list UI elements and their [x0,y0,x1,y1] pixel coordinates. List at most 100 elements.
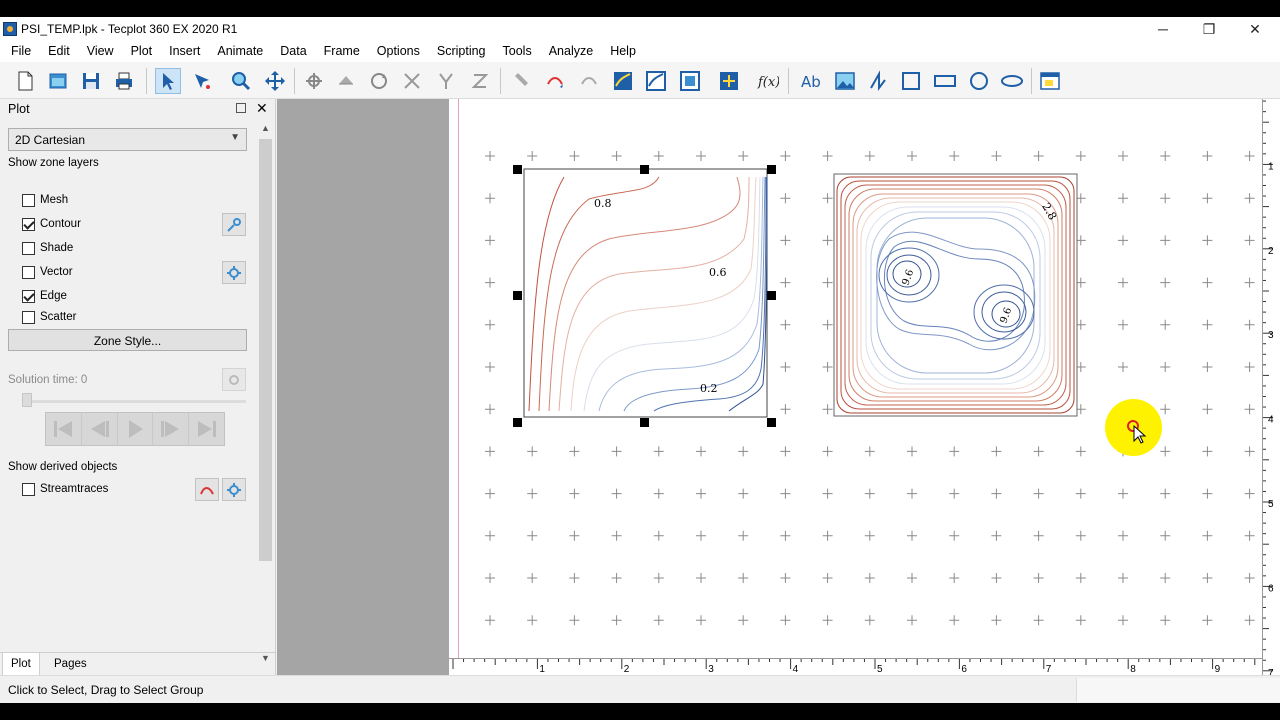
prev-frame-button[interactable] [82,413,118,445]
rectangle-icon[interactable] [932,68,958,94]
selection-handle[interactable] [640,165,649,174]
scatter-checkbox[interactable] [22,310,35,324]
plot-canvas[interactable]: 0.8 0.6 0.2 2.8 9.6 9.6 [449,99,1262,661]
rotate-x-icon[interactable] [399,68,425,94]
iso-label-icon[interactable] [677,68,703,94]
selection-handle[interactable] [513,165,522,174]
select-icon[interactable] [155,68,181,94]
menu-edit[interactable]: Edit [41,41,77,62]
rotate-spherical-icon[interactable] [301,68,327,94]
square-icon[interactable] [898,68,924,94]
minimize-button[interactable]: ─ [1140,17,1186,41]
time-slider-thumb[interactable] [22,393,32,407]
first-frame-button[interactable] [46,413,82,445]
contour-level-icon[interactable] [610,68,636,94]
selection-handle[interactable] [767,291,776,300]
menu-options[interactable]: Options [370,41,427,62]
layer-mesh[interactable]: Mesh [22,191,68,209]
print-icon[interactable] [111,68,137,94]
streamtrace-icon[interactable] [543,68,569,94]
selection-handle[interactable] [767,165,776,174]
selection-handle[interactable] [513,291,522,300]
slice-icon[interactable] [716,68,742,94]
new-layout-icon[interactable] [12,68,38,94]
contour-checkbox[interactable] [22,217,35,231]
contour-details-button[interactable] [222,213,246,236]
tab-pages[interactable]: Pages [46,653,95,676]
streamtrace-add-button[interactable] [195,478,219,501]
circle-icon[interactable] [966,68,992,94]
zoom-icon[interactable] [228,68,254,94]
image-icon[interactable] [832,68,858,94]
animation-controls [45,412,225,446]
solution-time-button[interactable] [222,368,246,391]
layer-shade[interactable]: Shade [22,239,73,257]
zone-style-button[interactable]: Zone Style... [8,329,247,351]
play-button[interactable] [118,413,154,445]
edge-checkbox[interactable] [22,289,35,303]
sidebar-scroll-thumb[interactable] [259,139,272,561]
menu-file[interactable]: File [4,41,38,62]
contour-label-1: 0.6 [709,266,727,279]
menu-insert[interactable]: Insert [162,41,207,62]
layer-vector[interactable]: Vector [22,263,73,281]
next-frame-button[interactable] [153,413,190,445]
layer-contour[interactable]: Contour [22,215,81,233]
undock-icon[interactable] [236,103,246,113]
menu-view[interactable]: View [80,41,121,62]
gear-icon [229,374,239,385]
text-icon[interactable]: Ab [798,68,824,94]
streamtrace-details-button[interactable] [222,478,246,501]
derived-streamtraces[interactable]: Streamtraces [22,480,108,498]
menu-analyze[interactable]: Analyze [542,41,600,62]
contour-label-0: 0.8 [594,197,612,210]
restore-button[interactable]: ❐ [1186,17,1232,41]
menu-help[interactable]: Help [603,41,643,62]
menu-frame[interactable]: Frame [317,41,367,62]
close-icon[interactable]: ✕ [256,100,268,117]
menu-tools[interactable]: Tools [496,41,539,62]
right-plot-frame[interactable]: 2.8 9.6 9.6 [833,173,1078,417]
menu-plot[interactable]: Plot [124,41,160,62]
rotate-z-icon[interactable] [467,68,493,94]
rotate-twist-icon[interactable] [366,68,392,94]
ruler-label: 3 [1268,330,1274,341]
contour-label-2: 0.2 [700,382,718,395]
layer-scatter[interactable]: Scatter [22,308,76,326]
contour-add-icon[interactable] [643,68,669,94]
status-text: Click to Select, Drag to Select Group [8,683,204,697]
translate-icon[interactable] [262,68,288,94]
open-layout-icon[interactable] [45,68,71,94]
streamtraces-checkbox[interactable] [22,482,35,496]
frame-icon[interactable] [1037,68,1063,94]
equation-icon[interactable]: f(x) [755,68,781,94]
scroll-up-icon[interactable]: ▲ [258,123,273,133]
rotate-rollerball-icon[interactable] [333,68,359,94]
paper[interactable]: 0.8 0.6 0.2 2.8 9.6 9.6 [449,99,1262,661]
adjust-icon[interactable] [189,68,215,94]
menu-data[interactable]: Data [273,41,313,62]
mesh-checkbox[interactable] [22,193,35,207]
last-frame-button[interactable] [189,413,224,445]
ellipse-icon[interactable] [999,68,1025,94]
menu-scripting[interactable]: Scripting [430,41,493,62]
layer-edge[interactable]: Edge [22,287,67,305]
window-title: PSI_TEMP.lpk - Tecplot 360 EX 2020 R1 [21,22,238,36]
selection-handle[interactable] [767,418,776,427]
polyline-icon[interactable] [865,68,891,94]
rotate-y-icon[interactable] [433,68,459,94]
shade-checkbox[interactable] [22,241,35,255]
left-plot-frame[interactable]: 0.8 0.6 0.2 [513,165,776,427]
plot-type-select[interactable]: 2D Cartesian ▼ [8,128,247,151]
extract-curve-icon[interactable] [577,68,603,94]
time-slider-track[interactable] [24,400,246,403]
tab-plot[interactable]: Plot [2,653,40,676]
vector-checkbox[interactable] [22,265,35,279]
close-window-button[interactable]: ✕ [1232,17,1278,41]
menu-animate[interactable]: Animate [210,41,270,62]
vector-details-button[interactable] [222,261,246,284]
selection-handle[interactable] [513,418,522,427]
save-icon[interactable] [78,68,104,94]
probe-icon[interactable] [510,68,536,94]
selection-handle[interactable] [640,418,649,427]
